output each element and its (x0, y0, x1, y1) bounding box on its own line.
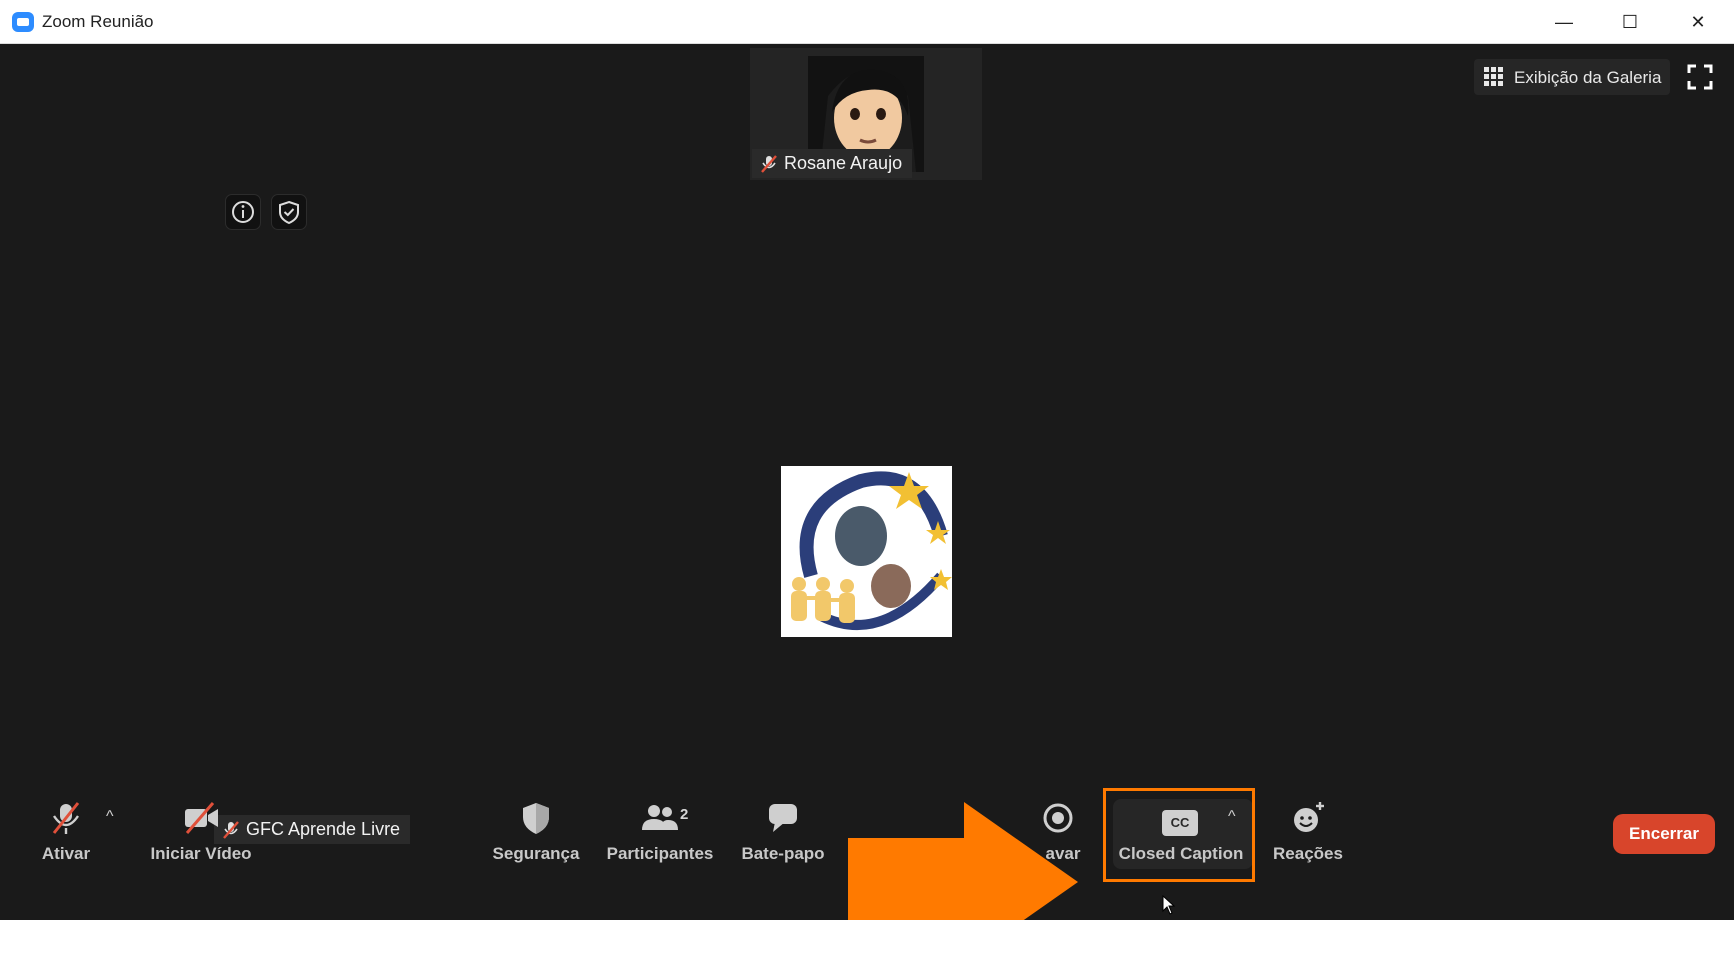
chat-button-label[interactable]: Bate-papo (741, 844, 824, 864)
grid-icon (1484, 67, 1503, 86)
muted-mic-icon (223, 821, 239, 839)
encryption-shield-button[interactable] (271, 194, 307, 230)
minimize-button[interactable]: — (1542, 6, 1586, 38)
window-title: Zoom Reunião (42, 12, 154, 31)
highlight-frame (1103, 788, 1255, 882)
meeting-info-button[interactable] (225, 194, 261, 230)
participants-button-label[interactable]: Participantes (607, 844, 714, 864)
reaction-smiley-icon[interactable] (1288, 800, 1328, 836)
muted-mic-icon[interactable] (46, 800, 86, 836)
meeting-area: Rosane Araujo Exibição da Galeria GFC Ap… (0, 44, 1734, 920)
shield-check-icon (279, 200, 299, 225)
frame-bottom-margin (0, 920, 1734, 962)
gallery-view-label: Exibição da Galeria (1514, 68, 1662, 87)
zoom-app-icon (12, 12, 34, 32)
self-name: GFC Aprende Livre (246, 819, 401, 839)
security-shield-icon[interactable] (516, 800, 556, 836)
chat-bubble-icon[interactable] (763, 800, 803, 836)
mute-button-label[interactable]: Ativar (42, 844, 90, 864)
participant-name-tag: Rosane Araujo (752, 149, 913, 178)
start-video-button-label[interactable]: Iniciar Vídeo (150, 844, 251, 864)
close-button[interactable]: ✕ (1676, 6, 1720, 38)
participants-icon[interactable] (640, 800, 680, 836)
participant-profile-picture (781, 466, 952, 637)
reactions-button-label[interactable]: Reações (1273, 844, 1343, 864)
video-off-icon[interactable] (181, 800, 221, 836)
cursor-icon (1162, 895, 1176, 915)
end-meeting-button[interactable]: Encerrar (1613, 814, 1715, 854)
info-icon (232, 201, 254, 223)
security-button-label[interactable]: Segurança (493, 844, 580, 864)
participant-name: Rosane Araujo (784, 153, 903, 173)
muted-mic-icon (761, 155, 777, 173)
self-name-tag: GFC Aprende Livre (214, 815, 411, 844)
title-bar: Zoom Reunião — ☐ ✕ (0, 0, 1734, 44)
gallery-view-button[interactable]: Exibição da Galeria (1474, 59, 1670, 95)
fullscreen-icon[interactable] (1686, 63, 1714, 91)
participants-count: 2 (680, 806, 689, 823)
audio-options-caret[interactable]: ^ (106, 808, 114, 826)
maximize-button[interactable]: ☐ (1608, 6, 1652, 38)
